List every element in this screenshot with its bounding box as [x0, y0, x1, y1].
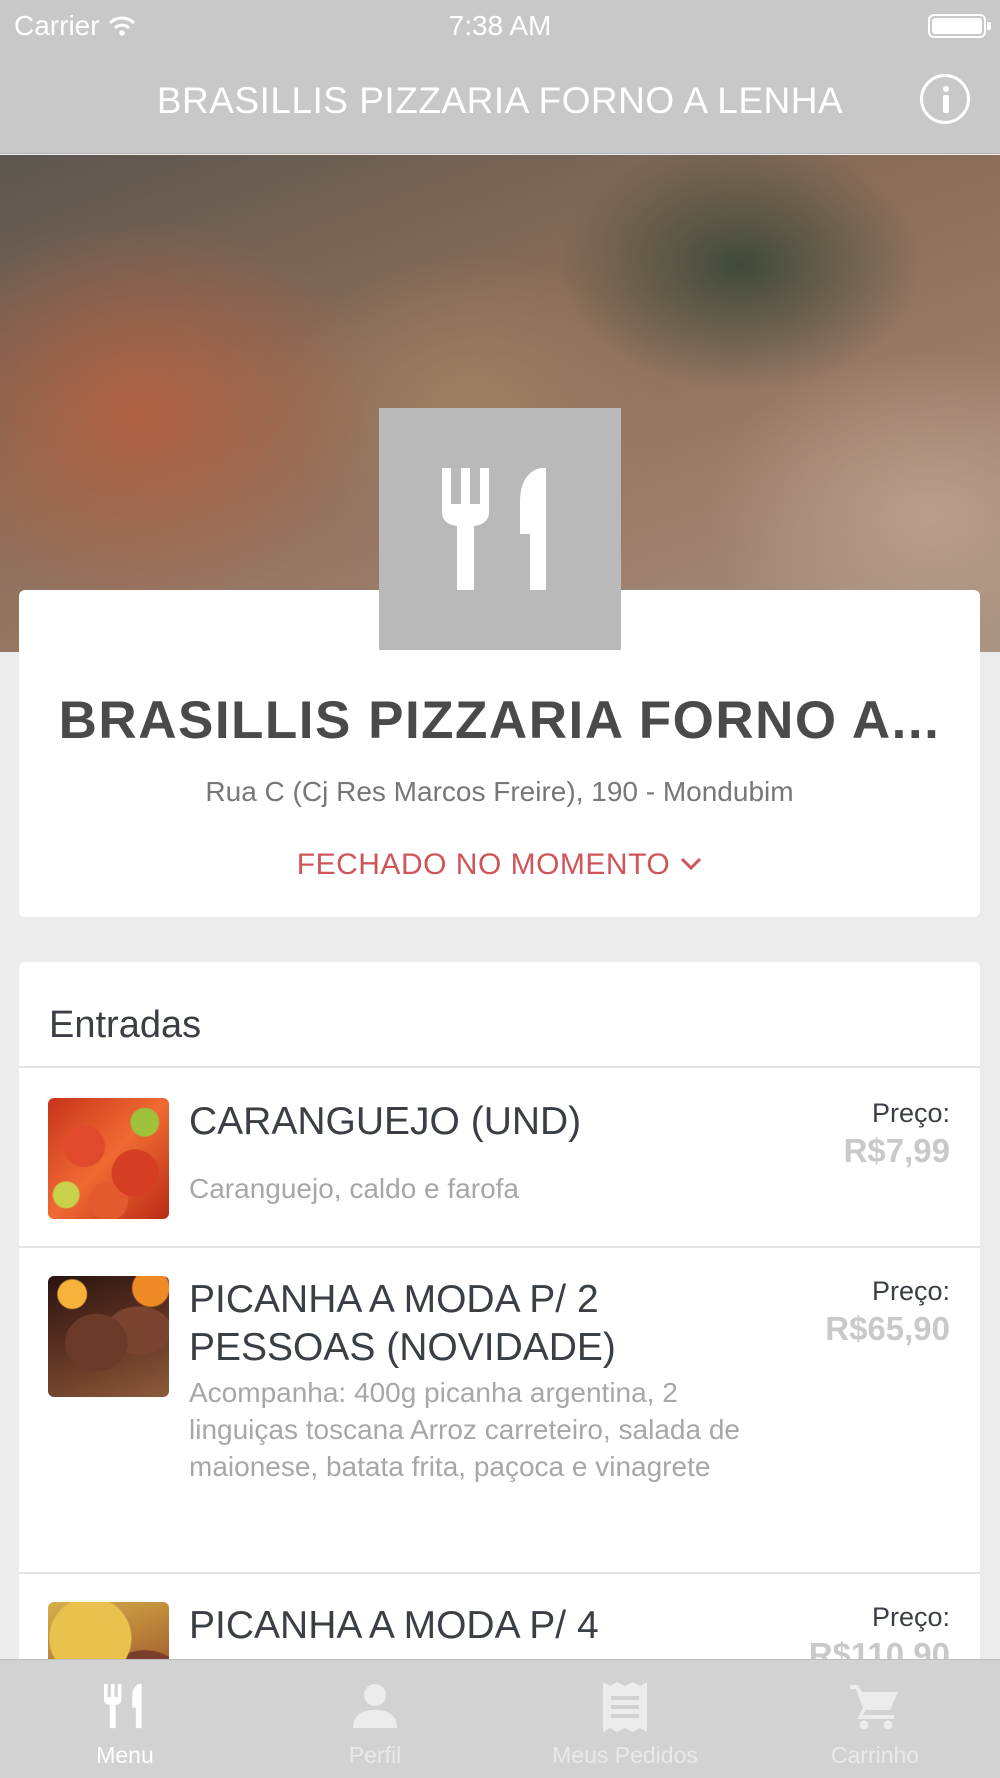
- clock: 7:38 AM: [448, 10, 552, 41]
- info-icon[interactable]: [920, 74, 970, 124]
- price-label: Preço:: [871, 1602, 950, 1632]
- menu-item[interactable]: PICANHA A MODA P/ 2 PESSOAS (NOVIDADE) A…: [19, 1248, 980, 1574]
- tab-label: Meus Pedidos: [552, 1742, 698, 1768]
- tab-perfil[interactable]: Perfil: [250, 1660, 500, 1778]
- tab-label: Carrinho: [830, 1742, 920, 1768]
- restaurant-address: Rua C (Cj Res Marcos Freire), 190 - Mond…: [205, 776, 794, 807]
- price-value: R$65,90: [825, 1310, 950, 1347]
- item-name: PICANHA A MODA P/ 2 PESSOAS (NOVIDADE): [189, 1278, 616, 1369]
- item-thumbnail: [48, 1098, 169, 1219]
- nav-title: BRASILLIS PIZZARIA FORNO A LENHA: [156, 80, 844, 121]
- item-thumbnail: [48, 1276, 169, 1397]
- status-bar: Carrier 7:38 AM: [0, 0, 1000, 52]
- price-label: Preço:: [871, 1276, 950, 1306]
- tab-menu[interactable]: Menu: [0, 1660, 250, 1778]
- price-label: Preço:: [871, 1098, 950, 1128]
- receipt-icon: [603, 1682, 647, 1737]
- person-icon: [351, 1682, 399, 1735]
- battery-icon: [928, 14, 991, 38]
- price-value: R$7,99: [843, 1132, 950, 1169]
- navigation-bar: BRASILLIS PIZZARIA FORNO A LENHA: [0, 52, 1000, 154]
- tab-meus-pedidos[interactable]: Meus Pedidos: [500, 1660, 750, 1778]
- menu-item[interactable]: CARANGUEJO (UND) Caranguejo, caldo e far…: [19, 1068, 980, 1219]
- tab-label: Perfil: [348, 1742, 402, 1768]
- open-status-toggle[interactable]: FECHADO NO MOMENTO: [19, 845, 980, 882]
- menu-card: Entradas CARANGUEJO (UND) Caranguejo, ca…: [19, 962, 980, 1778]
- app-screen: Carrier 7:38 AM BRASILLIS PIZZARIA FORNO…: [0, 0, 1000, 1778]
- item-name: PICANHA A MODA P/ 4: [189, 1604, 599, 1647]
- tab-label: Menu: [96, 1742, 154, 1768]
- cart-icon: [850, 1682, 900, 1735]
- section-title: Entradas: [49, 1004, 202, 1046]
- fork-knife-icon: [104, 1682, 146, 1735]
- restaurant-logo: [379, 408, 621, 650]
- fork-knife-icon: [442, 468, 546, 590]
- open-status-label: FECHADO NO MOMENTO: [296, 848, 671, 881]
- chevron-down-icon: [680, 845, 702, 879]
- restaurant-name: BRASILLIS PIZZARIA FORNO A...: [58, 691, 941, 750]
- item-name: CARANGUEJO (UND): [189, 1100, 582, 1143]
- item-description: Acompanha: 400g picanha argentina, 2 lin…: [189, 1377, 740, 1482]
- item-description: Caranguejo, caldo e farofa: [189, 1173, 519, 1204]
- tab-bar: Menu Perfil Meus Pedidos Carrinho: [0, 1659, 1000, 1778]
- tab-carrinho[interactable]: Carrinho: [750, 1660, 1000, 1778]
